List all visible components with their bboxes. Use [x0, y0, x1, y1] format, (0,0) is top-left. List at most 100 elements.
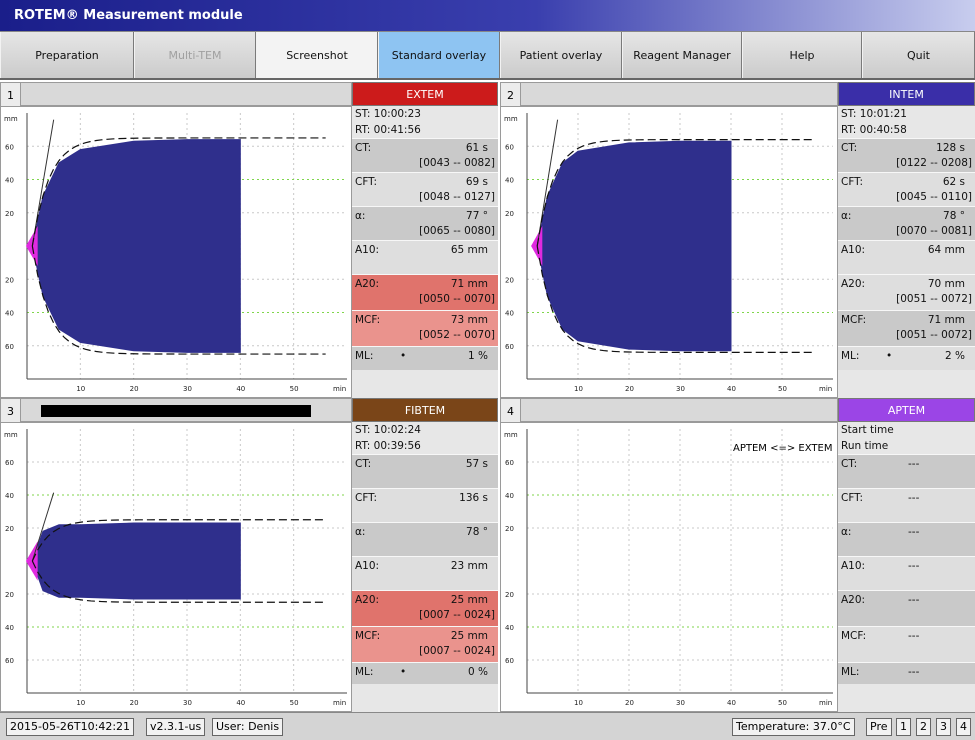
- version-display: v2.3.1-us: [146, 718, 206, 736]
- channel-panel-2: 2 60 40 20 20 40 60 mm 10 20 30 40 50 min INTEM ST: …: [500, 82, 975, 398]
- a10-row: A10: 23 mm: [352, 556, 498, 590]
- x-tick-label: 10: [76, 699, 85, 707]
- channel-1-button[interactable]: 1: [896, 718, 911, 736]
- ct-row: CT: 57 s: [352, 454, 498, 488]
- x-unit-label: min: [819, 699, 832, 707]
- channel-4-button[interactable]: 4: [956, 718, 971, 736]
- panel-header: 3: [0, 398, 352, 423]
- a10-row: A10: 65 mm: [352, 240, 498, 274]
- x-tick-label: 10: [76, 385, 85, 393]
- test-name-badge[interactable]: APTEM: [838, 398, 975, 422]
- a20-row: A20: ---: [838, 590, 975, 626]
- clot-firmness-area: [31, 139, 241, 353]
- test-name-badge[interactable]: INTEM: [838, 82, 975, 106]
- x-tick-label: 40: [236, 699, 245, 707]
- y-tick-label: 40: [5, 310, 14, 318]
- x-tick-label: 40: [236, 385, 245, 393]
- y-tick-label: 20: [505, 591, 514, 599]
- y-tick-label: 60: [5, 657, 14, 665]
- x-unit-label: min: [333, 385, 346, 393]
- x-tick-label: 30: [183, 699, 192, 707]
- ct-row: CT: 128 s [0122 -- 0208]: [838, 138, 975, 172]
- pre-button[interactable]: Pre: [866, 718, 892, 736]
- y-tick-label: 20: [5, 525, 14, 533]
- temperature-display: Temperature: 37.0°C: [732, 718, 855, 736]
- y-tick-label: 40: [5, 624, 14, 632]
- x-unit-label: min: [819, 385, 832, 393]
- x-tick-label: 40: [727, 385, 736, 393]
- y-tick-label: 60: [5, 143, 14, 151]
- plot-svg: 60 40 20 20 40 60 mm 10 20 30 40 50 min: [504, 113, 833, 393]
- user-display[interactable]: User: Denis: [212, 718, 284, 736]
- app-title: ROTEM® Measurement module: [14, 8, 243, 23]
- y-tick-label: 40: [505, 492, 514, 500]
- x-tick-label: 10: [574, 385, 583, 393]
- y-tick-label: 60: [505, 343, 514, 351]
- ml-row: ML: ---: [838, 662, 975, 684]
- y-tick-label: 20: [505, 525, 514, 533]
- y-tick-label: 20: [505, 210, 514, 218]
- x-tick-label: 50: [778, 385, 787, 393]
- multi-tem-button[interactable]: Multi-TEM: [134, 32, 256, 78]
- panel-header: 1: [0, 82, 352, 107]
- alpha-row: α: ---: [838, 522, 975, 556]
- ct-row: CT: ---: [838, 454, 975, 488]
- test-name-badge[interactable]: FIBTEM: [352, 398, 498, 422]
- datetime-display: 2015-05-26T10:42:21: [6, 718, 135, 736]
- y-tick-label: 40: [505, 624, 514, 632]
- y-tick-label: 20: [5, 591, 14, 599]
- channel-3-button[interactable]: 3: [936, 718, 951, 736]
- cft-row: CFT: ---: [838, 488, 975, 522]
- rotem-app: ROTEM® Measurement module Preparation Mu…: [0, 0, 975, 740]
- mcf-row: MCF: ---: [838, 626, 975, 662]
- temogram-plot: 60 40 20 20 40 60 mm 10 20 30 40 50 min: [0, 422, 352, 712]
- status-bar: 2015-05-26T10:42:21 v2.3.1-us User: Deni…: [0, 712, 975, 740]
- temogram-plot: 60 40 20 20 40 60 mm 10 20 30 40 50 min APTEM <=> EX…: [500, 422, 838, 712]
- y-tick-label: 40: [505, 177, 514, 185]
- temogram-plot: 60 40 20 20 40 60 mm 10 20 30 40 50 min: [0, 106, 352, 398]
- y-tick-label: 60: [5, 459, 14, 467]
- channel-2-button[interactable]: 2: [916, 718, 931, 736]
- standard-overlay-button[interactable]: Standard overlay: [378, 32, 500, 78]
- y-unit-label: mm: [4, 115, 18, 123]
- y-tick-label: 60: [505, 657, 514, 665]
- plot-svg: 60 40 20 20 40 60 mm 10 20 30 40 50 min: [4, 429, 347, 707]
- run-time: RT: 00:39:56: [355, 440, 421, 452]
- clot-firmness-area: [536, 140, 732, 352]
- plot-svg: 60 40 20 20 40 60 mm 10 20 30 40 50 min: [504, 429, 833, 707]
- a10-row: A10: 64 mm: [838, 240, 975, 274]
- temogram-plot: 60 40 20 20 40 60 mm 10 20 30 40 50 min: [500, 106, 838, 398]
- channel-panel-1: 1 60 40 20 20 40 60 mm 10 20 30 40 50 min EXTEM ST: …: [0, 82, 498, 398]
- overlay-comparison-label: APTEM <=> EXTEM: [733, 443, 833, 454]
- y-unit-label: mm: [4, 431, 18, 439]
- results-panel: INTEM ST: 10:01:21 RT: 00:40:58 CT: 128 s…: [838, 82, 975, 398]
- y-tick-label: 40: [5, 177, 14, 185]
- y-tick-label: 40: [505, 310, 514, 318]
- ml-row: ML: • 0 %: [352, 662, 498, 684]
- start-time: ST: 10:02:24: [355, 424, 421, 436]
- quit-button[interactable]: Quit: [862, 32, 975, 78]
- mcf-row: MCF: 73 mm [0052 -- 0070]: [352, 310, 498, 346]
- screenshot-button[interactable]: Screenshot: [256, 32, 378, 78]
- reagent-manager-button[interactable]: Reagent Manager: [622, 32, 742, 78]
- help-button[interactable]: Help: [742, 32, 862, 78]
- ct-marker: [531, 226, 543, 266]
- title-bar: ROTEM® Measurement module: [0, 0, 975, 32]
- start-time: ST: 10:01:21: [841, 108, 907, 120]
- ct-marker: [25, 541, 38, 581]
- channel-panel-4: 4 60 40 20 20 40 60 mm 10 20 30 40 50 min APTEM <=> …: [500, 398, 975, 712]
- channel-panel-3: 3 60 40 20 20 40 60 mm 10 20 30 40 50 min FIBTEM ST:…: [0, 398, 498, 712]
- x-tick-label: 40: [727, 699, 736, 707]
- alpha-row: α: 78 °: [352, 522, 498, 556]
- a10-row: A10: ---: [838, 556, 975, 590]
- y-unit-label: mm: [504, 115, 518, 123]
- start-time: ST: 10:00:23: [355, 108, 421, 120]
- ct-marker: [25, 226, 38, 266]
- progress-bar: [41, 405, 311, 417]
- test-name-badge[interactable]: EXTEM: [352, 82, 498, 106]
- y-tick-label: 60: [505, 459, 514, 467]
- patient-overlay-button[interactable]: Patient overlay: [500, 32, 622, 78]
- preparation-button[interactable]: Preparation: [0, 32, 134, 78]
- panel-header: 4: [500, 398, 838, 423]
- x-tick-label: 50: [290, 385, 299, 393]
